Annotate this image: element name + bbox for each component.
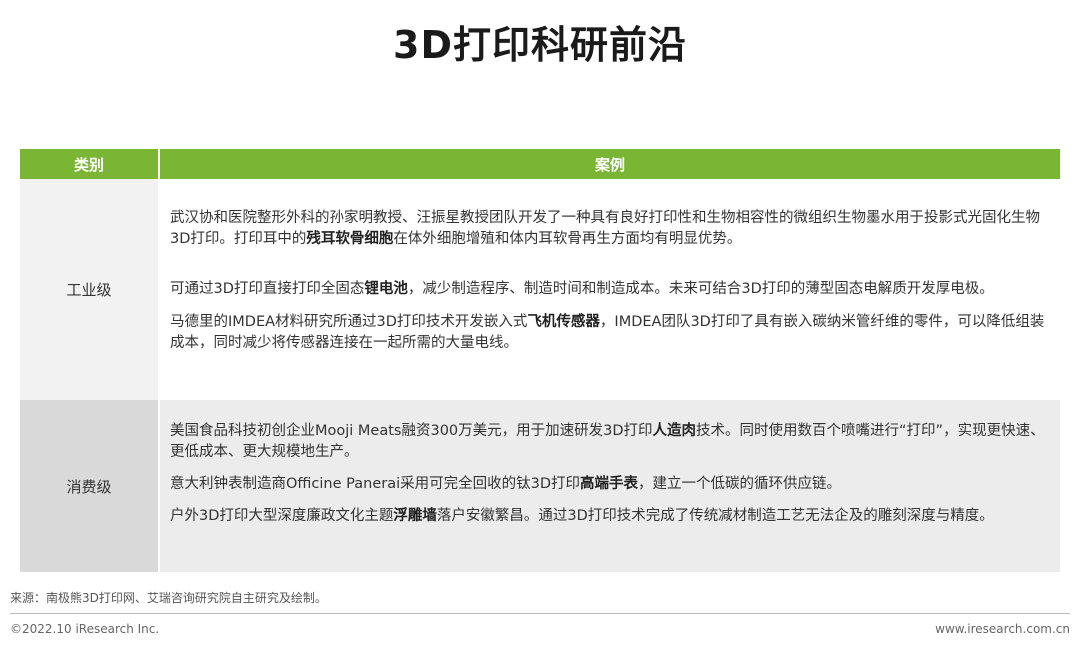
website-link[interactable]: www.iresearch.com.cn — [935, 622, 1070, 636]
case-item: 意大利钟表制造商Officine Panerai采用可完全回收的钛3D打印高端手… — [170, 476, 842, 492]
page-title: 3D打印科研前沿 — [393, 23, 687, 67]
research-table: 类别 案例 工业级 武汉协和医院整形外科的孙家明教授、汪振星教授团队开发了一种具… — [20, 149, 1060, 572]
case-cell-consumer: 美国食品科技初创企业Mooji Meats融资300万美元，用于加速研发3D打印… — [160, 400, 1060, 572]
case-item: 马德里的IMDEA材料研究所通过3D打印技术开发嵌入式飞机传感器，IMDEA团队… — [170, 314, 1045, 351]
copyright: ©2022.10 iResearch Inc. — [10, 622, 160, 636]
header-category: 类别 — [20, 149, 160, 179]
table-header: 类别 案例 — [20, 149, 1060, 179]
header-case: 案例 — [594, 155, 625, 174]
case-item: 美国食品科技初创企业Mooji Meats融资300万美元，用于加速研发3D打印… — [170, 423, 1045, 460]
table-row-consumer: 消费级 美国食品科技初创企业Mooji Meats融资300万美元，用于加速研发… — [20, 400, 1060, 572]
case-item: 武汉协和医院整形外科的孙家明教授、汪振星教授团队开发了一种具有良好打印性和生物相… — [170, 210, 1040, 247]
category-industrial: 工业级 — [20, 179, 160, 400]
case-item: 可通过3D打印直接打印全固态锂电池，减少制造程序、制造时间和制造成本。未来可结合… — [170, 281, 994, 297]
case-item: 户外3D打印大型深度廉政文化主题浮雕墙落户安徽繁昌。通过3D打印技术完成了传统减… — [170, 508, 994, 524]
case-cell-industrial: 武汉协和医院整形外科的孙家明教授、汪振星教授团队开发了一种具有良好打印性和生物相… — [160, 179, 1060, 400]
category-consumer: 消费级 — [20, 400, 160, 572]
footer-divider — [10, 613, 1070, 614]
table-row-industrial: 工业级 武汉协和医院整形外科的孙家明教授、汪振星教授团队开发了一种具有良好打印性… — [20, 179, 1060, 400]
source-note: 来源：南极熊3D打印网、艾瑞咨询研究院自主研究及绘制。 — [10, 591, 327, 605]
